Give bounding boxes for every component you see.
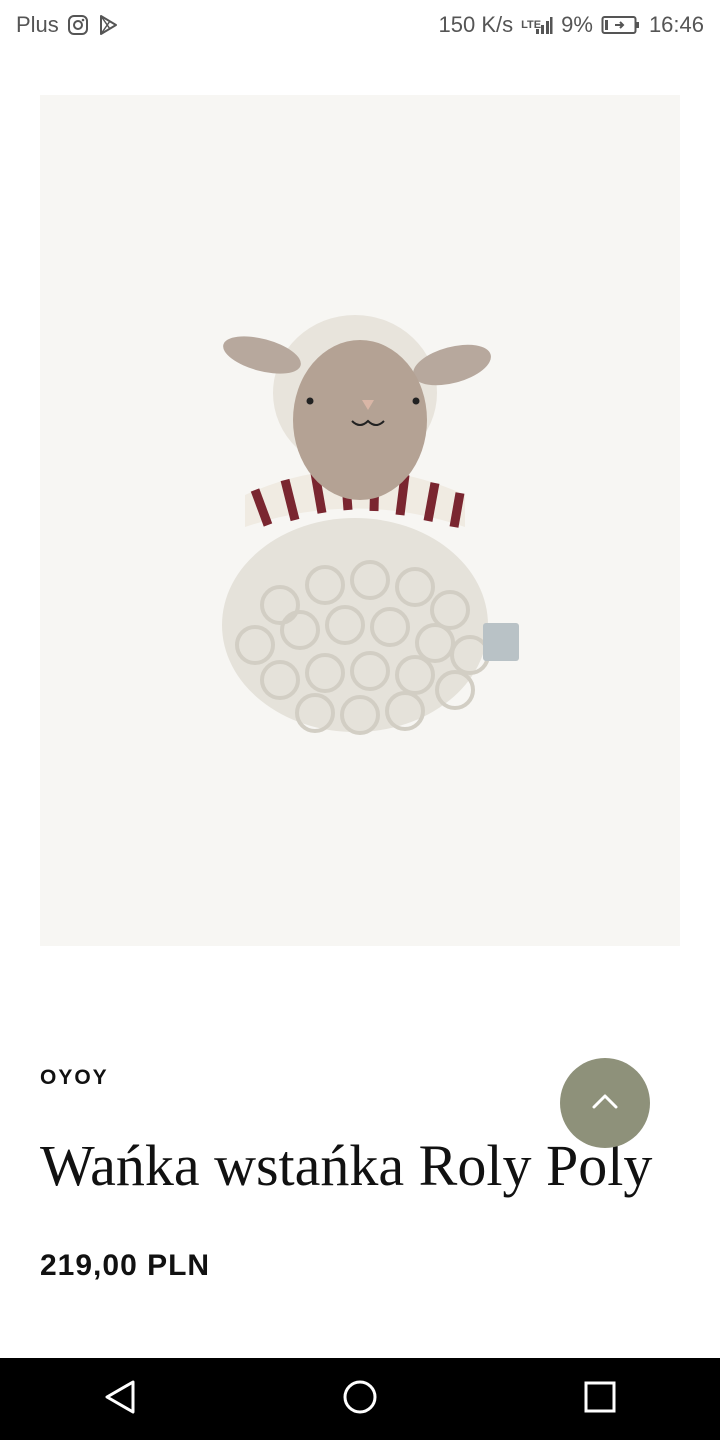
product-title: Wańka wstańka Roly Poly — [40, 1133, 653, 1198]
play-store-icon — [97, 14, 119, 36]
sheep-toy-illustration — [222, 315, 519, 735]
recents-button[interactable] — [560, 1358, 640, 1440]
clock: 16:46 — [648, 12, 704, 37]
recents-icon — [584, 1381, 616, 1418]
chevron-up-icon — [591, 1092, 619, 1115]
home-button[interactable] — [320, 1358, 400, 1440]
scroll-to-top-button[interactable] — [560, 1058, 650, 1148]
navigation-bar — [0, 1358, 720, 1440]
product-price: 219,00 PLN — [40, 1249, 211, 1282]
product-image[interactable] — [40, 95, 680, 946]
instagram-icon — [67, 14, 89, 36]
product-brand[interactable]: OYOY — [40, 1066, 109, 1090]
network-speed: 150 K/s — [438, 12, 514, 37]
home-icon — [342, 1379, 378, 1420]
network-type: LTE — [521, 19, 542, 31]
back-button[interactable] — [80, 1358, 160, 1440]
battery-percent: 9% — [561, 12, 593, 37]
battery-charging-icon — [601, 14, 641, 36]
back-icon — [103, 1379, 137, 1420]
carrier-label: Plus — [16, 12, 59, 37]
status-bar: Plus 150 K/s LTE 9% 16:46 — [0, 0, 720, 50]
signal-icon: LTE — [521, 15, 553, 35]
